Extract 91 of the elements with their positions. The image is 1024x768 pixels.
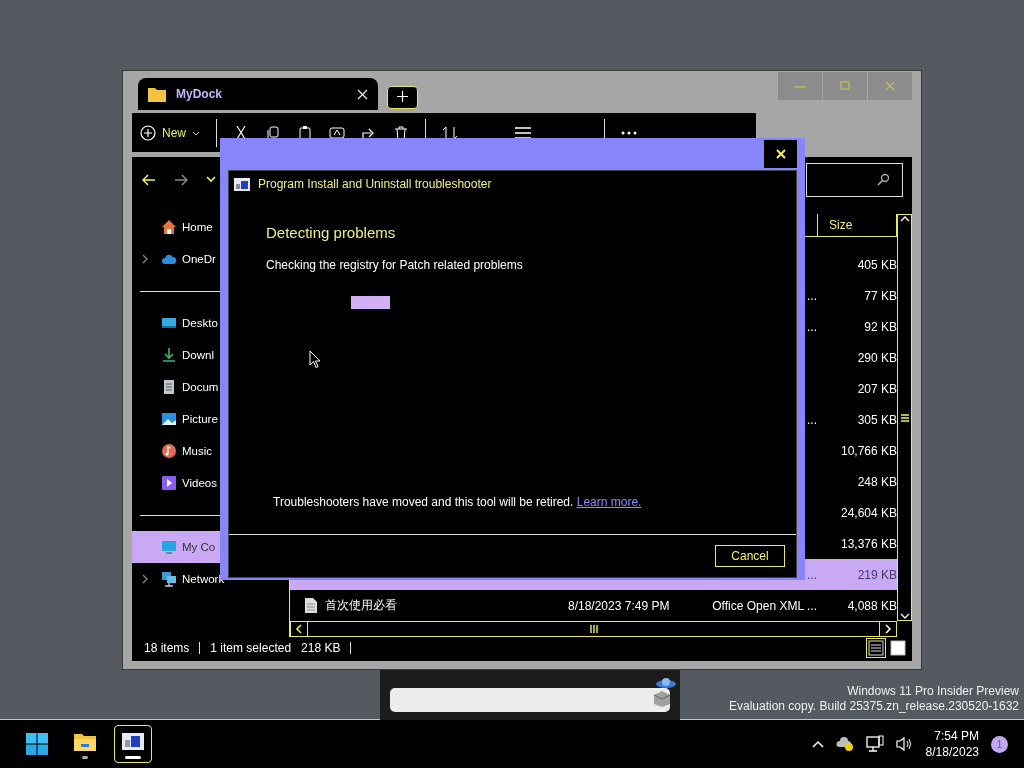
network-icon[interactable]	[865, 735, 884, 753]
plus-icon	[397, 91, 408, 102]
vertical-scrollbar[interactable]	[897, 214, 912, 621]
cursor-icon	[309, 350, 321, 369]
file-size: 92 KB	[864, 319, 897, 334]
scroll-up-icon[interactable]	[899, 215, 910, 223]
new-tab-button[interactable]	[387, 85, 418, 109]
details-view-button[interactable]	[866, 638, 886, 658]
tiles-view-button[interactable]	[888, 638, 908, 658]
horizontal-scrollbar[interactable]	[290, 621, 897, 637]
close-button[interactable]	[764, 140, 797, 168]
document-icon	[161, 379, 177, 395]
more-icon[interactable]	[621, 130, 637, 135]
column-header[interactable]: Size	[817, 214, 897, 236]
close-icon	[775, 149, 786, 159]
item-count: 18 items	[144, 641, 190, 655]
sidebar-item[interactable]: Downl	[132, 339, 289, 371]
network-icon	[161, 571, 177, 587]
selection-count: 1 item selected	[210, 641, 292, 655]
expand-chevron-icon[interactable]	[140, 254, 150, 264]
file-type: ...	[807, 412, 817, 427]
selection-size: 218 KB	[301, 641, 341, 655]
volume-icon[interactable]	[895, 736, 914, 752]
dropdown-icon[interactable]	[206, 176, 216, 183]
file-size: 77 KB	[864, 288, 897, 303]
modified-date: 8/18/2023 7:49 PM	[568, 598, 670, 613]
status-text: Checking the registry for Patch related problems	[266, 258, 523, 272]
file-type: Office Open XML ...	[712, 598, 817, 613]
file-size: 207 KB	[857, 381, 897, 396]
cancel-button[interactable]: Cancel	[715, 545, 785, 567]
menu-icon[interactable]	[514, 125, 532, 140]
document-icon	[305, 598, 317, 613]
folder-tab[interactable]: MyDock	[138, 78, 378, 110]
music-icon	[161, 443, 177, 459]
sidebar-item[interactable]: Music	[132, 435, 289, 467]
maximize-icon	[839, 80, 851, 92]
home-icon	[161, 219, 177, 235]
scroll-grip-icon[interactable]	[900, 413, 909, 422]
picture-icon	[161, 411, 177, 427]
learn-more-link[interactable]: Learn more.	[576, 495, 642, 509]
watermark-text: Windows 11 Pro Insider Preview	[847, 684, 1019, 699]
file-type: ...	[807, 288, 817, 303]
file-row[interactable]: 首次使用必看 8/18/2023 7:49 PM Office Open XML ... 4,088 KB	[290, 590, 897, 621]
sidebar-item[interactable]: Deskto	[132, 307, 289, 339]
download-icon	[161, 347, 177, 363]
back-icon[interactable]	[142, 173, 156, 186]
file-size: 4,088 KB	[847, 598, 897, 613]
close-icon	[884, 80, 896, 92]
file-size: 248 KB	[857, 474, 897, 489]
search-icon	[877, 173, 890, 186]
file-type: ...	[807, 567, 817, 582]
watermark-text: Evaluation copy. Build 25375.zn_release.230520-1632	[729, 699, 1019, 714]
scroll-down-icon[interactable]	[899, 612, 910, 620]
trash-icon[interactable]	[393, 124, 409, 141]
folder-icon	[148, 86, 166, 102]
file-name: 首次使用必看	[325, 597, 397, 614]
file-size: 10,766 KB	[840, 443, 897, 458]
expand-chevron-icon[interactable]	[140, 574, 150, 584]
input-field[interactable]	[390, 688, 670, 712]
clock[interactable]: 7:54 PM 8/18/2023	[925, 728, 979, 760]
paste-icon[interactable]	[297, 124, 313, 141]
copy-icon[interactable]	[265, 124, 281, 141]
sidebar-item[interactable]: Picture	[132, 403, 289, 435]
dialog-title: Program Install and Uninstall troubleshooter	[258, 177, 492, 191]
scroll-grip-icon[interactable]	[589, 625, 598, 633]
search-field[interactable]	[806, 162, 903, 197]
chevron-up-icon[interactable]	[811, 740, 824, 748]
plus-circle-icon	[140, 124, 156, 141]
sidebar-item[interactable]: Network	[132, 563, 289, 595]
file-size: 305 KB	[857, 412, 897, 427]
troubleshooter-icon	[234, 177, 250, 191]
desktop-icon	[161, 315, 177, 331]
dialog-heading: Detecting problems	[266, 224, 396, 241]
details-view-icon	[868, 640, 884, 656]
cloud-warning-icon[interactable]	[835, 736, 854, 752]
notice-text: Troubleshooters have moved and this tool will be retired. Learn more.	[272, 495, 643, 509]
tiles-view-icon	[890, 640, 906, 656]
progress-indicator	[351, 296, 390, 309]
rename-icon[interactable]	[329, 124, 345, 141]
sidebar-item[interactable]: Docum	[132, 371, 289, 403]
file-type: ...	[807, 319, 817, 334]
taskbar-app[interactable]	[114, 725, 152, 763]
file-size: 290 KB	[857, 350, 897, 365]
file-size: 219 KB	[857, 567, 897, 582]
computer-icon	[161, 539, 177, 555]
start-icon[interactable]	[24, 732, 50, 756]
video-icon	[161, 475, 177, 491]
forward-icon[interactable]	[174, 173, 188, 186]
new-button[interactable]: New	[140, 124, 200, 141]
close-icon[interactable]	[357, 88, 368, 100]
sort-icon[interactable]	[442, 124, 458, 141]
